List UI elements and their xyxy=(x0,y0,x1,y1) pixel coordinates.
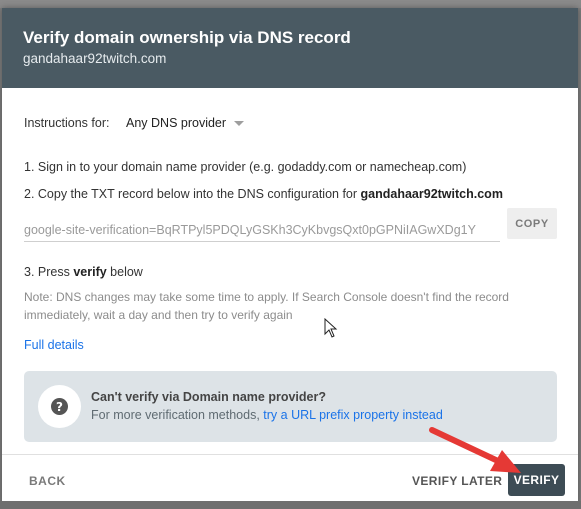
verify-dns-dialog: Verify domain ownership via DNS record g… xyxy=(2,8,578,504)
chevron-down-icon xyxy=(234,120,245,126)
dialog-footer: BACK VERIFY LATER VERIFY xyxy=(2,454,578,504)
provider-selected-value: Any DNS provider xyxy=(126,116,227,130)
backdrop-top xyxy=(0,0,581,8)
step-1: 1. Sign in to your domain name provider … xyxy=(24,160,467,174)
step-2-domain: gandahaar92twitch.com xyxy=(360,187,503,201)
back-button[interactable]: BACK xyxy=(19,467,76,495)
help-icon: ? xyxy=(51,398,68,415)
step-2: 2. Copy the TXT record below into the DN… xyxy=(24,187,503,201)
verify-later-button[interactable]: VERIFY LATER xyxy=(402,467,512,495)
info-box-text: For more verification methods, try a URL… xyxy=(91,408,443,422)
help-icon-container: ? xyxy=(38,385,81,428)
copy-button[interactable]: COPY xyxy=(507,208,557,239)
dialog-content: Instructions for: Any DNS provider 1. Si… xyxy=(2,88,578,454)
step-3: 3. Press verify below xyxy=(24,265,143,279)
full-details-link[interactable]: Full details xyxy=(24,338,84,352)
step-3-bold: verify xyxy=(73,265,107,279)
info-box-text-prefix: For more verification methods, xyxy=(91,408,264,422)
provider-dropdown[interactable]: Any DNS provider xyxy=(126,113,245,133)
dialog-subtitle: gandahaar92twitch.com xyxy=(23,51,167,66)
step-2-text: 2. Copy the TXT record below into the DN… xyxy=(24,187,361,201)
dns-note: Note: DNS changes may take some time to … xyxy=(24,290,509,322)
backdrop-bottom xyxy=(0,501,581,509)
dialog-title: Verify domain ownership via DNS record xyxy=(23,28,351,47)
dialog-header: Verify domain ownership via DNS record g… xyxy=(2,8,578,88)
txt-record-field[interactable]: google-site-verification=BqRTPyl5PDQLyGS… xyxy=(24,219,500,242)
url-prefix-link[interactable]: try a URL prefix property instead xyxy=(263,408,442,422)
step-3-suffix: below xyxy=(106,265,143,279)
alternative-method-box: ? Can't verify via Domain name provider?… xyxy=(24,371,557,442)
info-box-title: Can't verify via Domain name provider? xyxy=(91,390,326,404)
verify-button[interactable]: VERIFY xyxy=(508,464,565,496)
step-3-prefix: 3. Press xyxy=(24,265,74,279)
instructions-label: Instructions for: xyxy=(24,116,110,130)
